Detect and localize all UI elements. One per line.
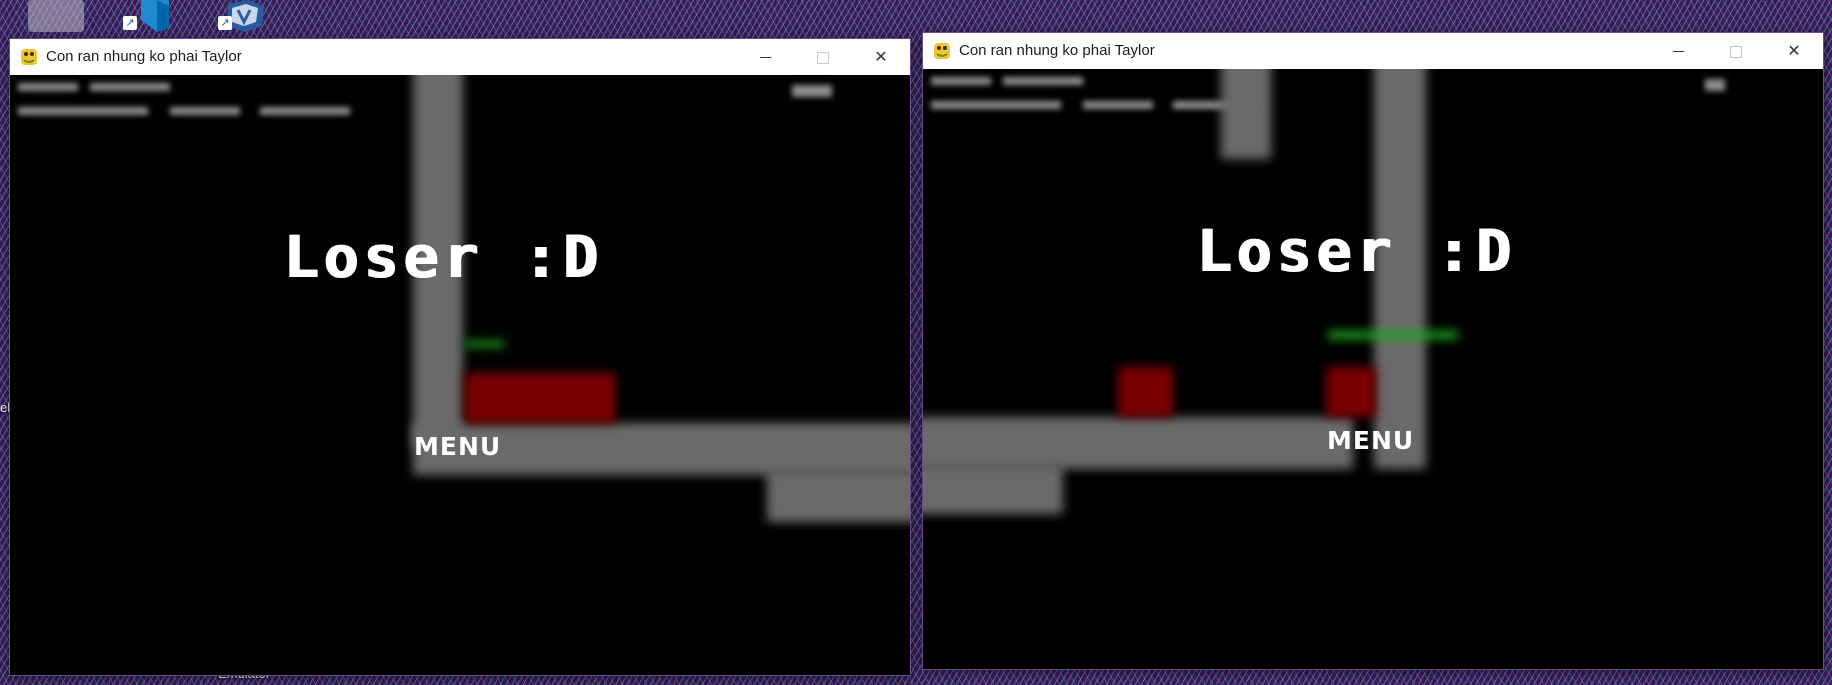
python-snake-icon (934, 43, 950, 59)
wall-block (923, 464, 1063, 514)
window-title: Con ran nhung ko phai Taylor (46, 48, 242, 65)
menu-button[interactable]: MENU (1327, 426, 1414, 455)
close-button[interactable]: ✕ (852, 39, 910, 75)
hud-text-blurred (931, 101, 1061, 109)
hud-text-blurred (931, 77, 991, 85)
game-window-right[interactable]: Con ran nhung ko phai Taylor ✕ Loser :D … (922, 32, 1824, 670)
food-block (1118, 367, 1173, 417)
blurred-app-icon[interactable] (28, 0, 84, 32)
minimize-button[interactable] (1649, 33, 1707, 69)
game-canvas[interactable]: Loser :D MENU (923, 69, 1823, 669)
hud-counter-blurred (792, 85, 832, 97)
game-canvas[interactable]: Loser :D MENU (10, 75, 910, 675)
wall-horizontal (923, 417, 1353, 469)
shortcut-arrow-icon: ↗ (218, 16, 232, 30)
wall-block (767, 470, 910, 522)
minimize-button[interactable] (736, 39, 794, 75)
window-title: Con ran nhung ko phai Taylor (959, 42, 1155, 59)
virtualbox-icon[interactable]: ↗ (218, 0, 268, 32)
close-button[interactable]: ✕ (1765, 33, 1823, 69)
vscode-icon[interactable]: ↗ (123, 0, 173, 32)
wall-block-top (1221, 69, 1271, 159)
game-over-text: Loser :D (283, 223, 603, 291)
hud-text-blurred (260, 107, 350, 115)
food-block (1326, 367, 1376, 417)
title-bar[interactable]: Con ran nhung ko phai Taylor ✕ (10, 39, 910, 75)
shortcut-arrow-icon: ↗ (123, 16, 137, 30)
hud-text-blurred (170, 107, 240, 115)
food-block (465, 373, 615, 423)
hud-counter-blurred (1705, 79, 1725, 91)
menu-button[interactable]: MENU (414, 432, 501, 461)
hud-text-blurred (1083, 101, 1153, 109)
hud-text-blurred (90, 83, 170, 91)
game-window-left[interactable]: Con ran nhung ko phai Taylor ✕ Loser :D … (9, 38, 911, 676)
python-snake-icon (21, 49, 37, 65)
hud-text-blurred (18, 83, 78, 91)
title-bar[interactable]: Con ran nhung ko phai Taylor ✕ (923, 33, 1823, 69)
game-over-text: Loser :D (1196, 217, 1516, 285)
maximize-button[interactable] (794, 39, 852, 75)
hud-text-blurred (1003, 77, 1083, 85)
snake-segment (1328, 331, 1458, 339)
hud-text-blurred (18, 107, 148, 115)
maximize-button[interactable] (1707, 33, 1765, 69)
snake-segment (465, 341, 505, 347)
